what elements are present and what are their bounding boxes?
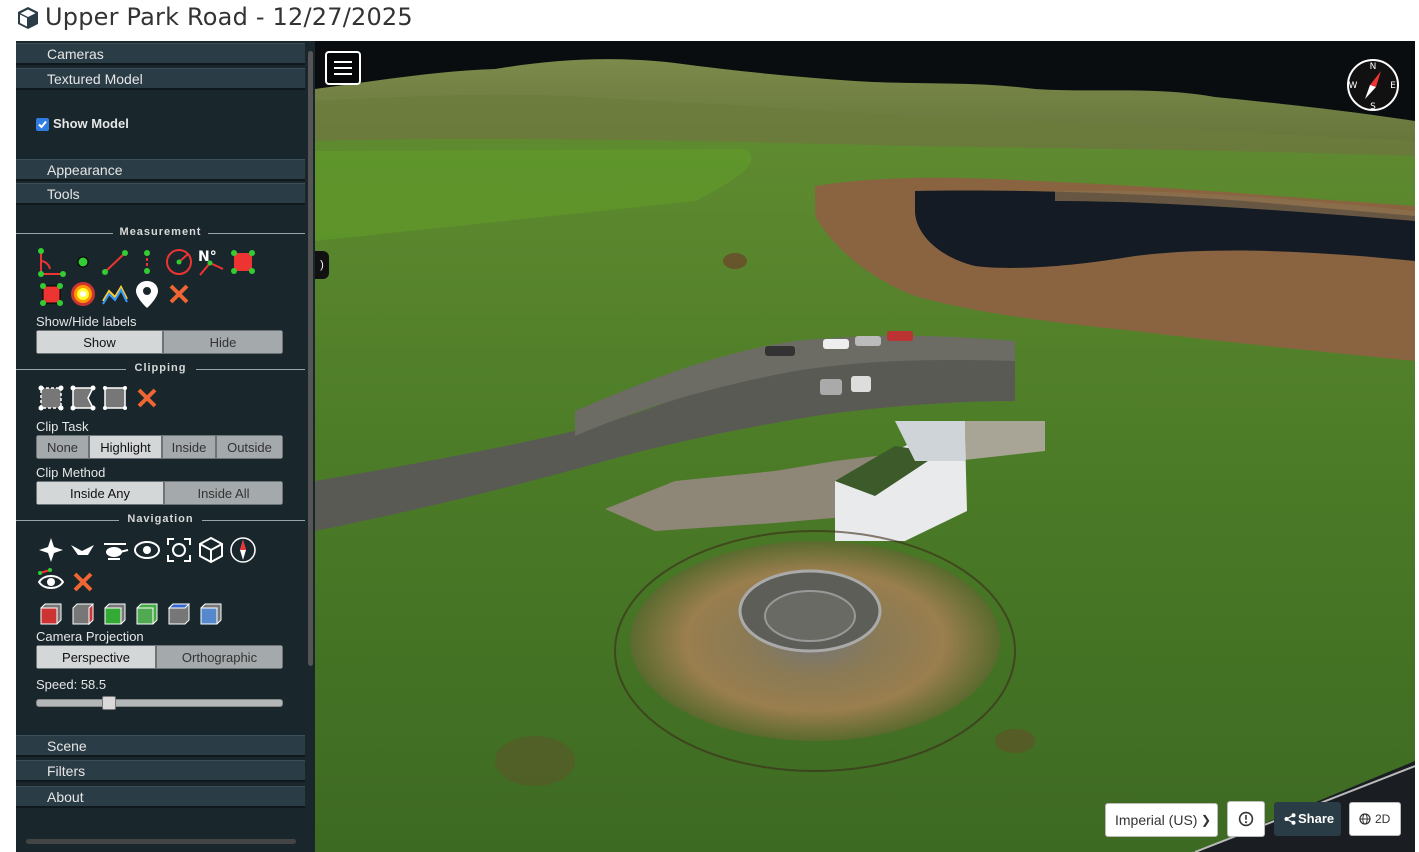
labels-toggle: Show Hide xyxy=(36,330,283,354)
accordion-about[interactable]: About xyxy=(16,786,305,808)
view-left-icon[interactable] xyxy=(36,599,66,629)
accordion-cameras[interactable]: Cameras xyxy=(16,43,305,65)
view-front-icon[interactable] xyxy=(100,599,130,629)
clip-method-toggle: Inside Any Inside All xyxy=(36,481,283,505)
svg-text:N: N xyxy=(1370,62,1377,72)
fly-controls-icon[interactable] xyxy=(68,535,98,565)
remove-clipping-icon[interactable] xyxy=(132,383,162,413)
show-model-checkbox[interactable] xyxy=(36,118,49,131)
sidebar-toggle-tab[interactable]: ) xyxy=(315,251,329,279)
azimuth-icon[interactable]: N° xyxy=(196,247,226,277)
perspective-button[interactable]: Perspective xyxy=(36,645,156,669)
share-icon xyxy=(1284,813,1296,825)
clip-task-toggle: None Highlight Inside Outside xyxy=(36,435,283,459)
svg-text:W: W xyxy=(1349,81,1358,91)
aerial-scene-image xyxy=(315,41,1415,852)
sidebar: Cameras Textured Model Show Model Appear… xyxy=(16,41,315,852)
inside-any-button[interactable]: Inside Any xyxy=(36,481,164,505)
svg-text:S: S xyxy=(1370,102,1376,112)
first-person-view-icon[interactable] xyxy=(36,567,66,597)
view-back-icon[interactable] xyxy=(132,599,162,629)
clip-task-highlight-button[interactable]: Highlight xyxy=(89,435,162,459)
distance-icon[interactable] xyxy=(100,247,130,277)
accordion-tools[interactable]: Tools xyxy=(16,183,305,205)
focus-extent-icon[interactable] xyxy=(164,535,194,565)
show-model-label: Show Model xyxy=(53,116,129,131)
speed-slider[interactable] xyxy=(36,696,283,710)
profile-icon[interactable] xyxy=(100,279,130,309)
clip-task-label: Clip Task xyxy=(36,419,89,434)
units-select[interactable]: Imperial (US) ❯ xyxy=(1105,803,1218,837)
volume-icon[interactable] xyxy=(36,279,66,309)
clip-task-outside-button[interactable]: Outside xyxy=(216,435,283,459)
clip-method-label: Clip Method xyxy=(36,465,106,480)
clip-task-none-button[interactable]: None xyxy=(36,435,89,459)
view-bottom-icon[interactable] xyxy=(196,599,226,629)
remove-measurements-icon[interactable] xyxy=(164,279,194,309)
navigation-cube-icon[interactable] xyxy=(196,535,226,565)
sidebar-vertical-scrollbar[interactable] xyxy=(305,41,315,852)
view-right-icon[interactable] xyxy=(68,599,98,629)
accordion-scene[interactable]: Scene xyxy=(16,735,305,757)
orthographic-button[interactable]: Orthographic xyxy=(156,645,283,669)
show-hide-labels-label: Show/Hide labels xyxy=(36,314,137,329)
clipping-section-title: Clipping xyxy=(16,362,305,376)
title-bar: Upper Park Road - 12/27/2025 xyxy=(0,0,1419,40)
measurement-section-title: Measurement xyxy=(16,226,305,240)
clip-screen-box-icon[interactable] xyxy=(100,383,130,413)
camera-projection-toggle: Perspective Orthographic xyxy=(36,645,283,669)
svg-text:E: E xyxy=(1390,81,1396,91)
hide-labels-button[interactable]: Hide xyxy=(163,330,283,354)
location-button[interactable] xyxy=(1227,801,1265,837)
accordion-textured-model[interactable]: Textured Model xyxy=(16,68,305,90)
area-icon[interactable] xyxy=(228,247,258,277)
circle-icon[interactable] xyxy=(164,247,194,277)
units-select-value: Imperial (US) xyxy=(1115,812,1198,828)
share-button[interactable]: Share xyxy=(1274,802,1341,836)
2d-label: 2D xyxy=(1375,812,1391,826)
navigation-section-title: Navigation xyxy=(16,513,305,527)
compass-widget-icon[interactable]: N S W E xyxy=(1345,57,1401,113)
accordion-appearance[interactable]: Appearance xyxy=(16,159,305,181)
accordion-filters[interactable]: Filters xyxy=(16,760,305,782)
remove-navigation-icon[interactable] xyxy=(68,567,98,597)
view-top-icon[interactable] xyxy=(164,599,194,629)
clip-task-inside-button[interactable]: Inside xyxy=(162,435,216,459)
2d-view-button[interactable]: 2D xyxy=(1349,802,1401,836)
speed-slider-handle[interactable] xyxy=(102,696,116,710)
clip-polygon-icon[interactable] xyxy=(68,383,98,413)
chevron-down-icon: ❯ xyxy=(1200,813,1211,827)
earth-controls-icon[interactable] xyxy=(36,535,66,565)
show-labels-button[interactable]: Show xyxy=(36,330,163,354)
share-label: Share xyxy=(1298,811,1335,826)
heatmap-icon[interactable] xyxy=(68,279,98,309)
camera-projection-label: Camera Projection xyxy=(36,629,144,644)
location-pin-icon xyxy=(1238,811,1254,827)
menu-button[interactable] xyxy=(325,51,361,85)
point-icon[interactable] xyxy=(68,247,98,277)
clip-volume-icon[interactable] xyxy=(36,383,66,413)
cube-icon xyxy=(18,7,38,29)
inside-all-button[interactable]: Inside All xyxy=(164,481,283,505)
height-icon[interactable] xyxy=(132,247,162,277)
helicopter-controls-icon[interactable] xyxy=(100,535,130,565)
angle-icon[interactable] xyxy=(36,247,66,277)
sidebar-horizontal-scrollbar[interactable] xyxy=(26,839,296,844)
svg-text:N°: N° xyxy=(198,249,217,265)
page-title: Upper Park Road - 12/27/2025 xyxy=(45,3,413,31)
speed-label: Speed: 58.5 xyxy=(36,677,107,692)
viewer-3d[interactable]: ) N S W E Imperial (US) ❯ Share 2D xyxy=(315,41,1415,852)
annotation-icon[interactable] xyxy=(132,279,162,309)
globe-icon xyxy=(1359,813,1371,825)
compass-icon[interactable] xyxy=(228,535,258,565)
orbit-controls-icon[interactable] xyxy=(132,535,162,565)
